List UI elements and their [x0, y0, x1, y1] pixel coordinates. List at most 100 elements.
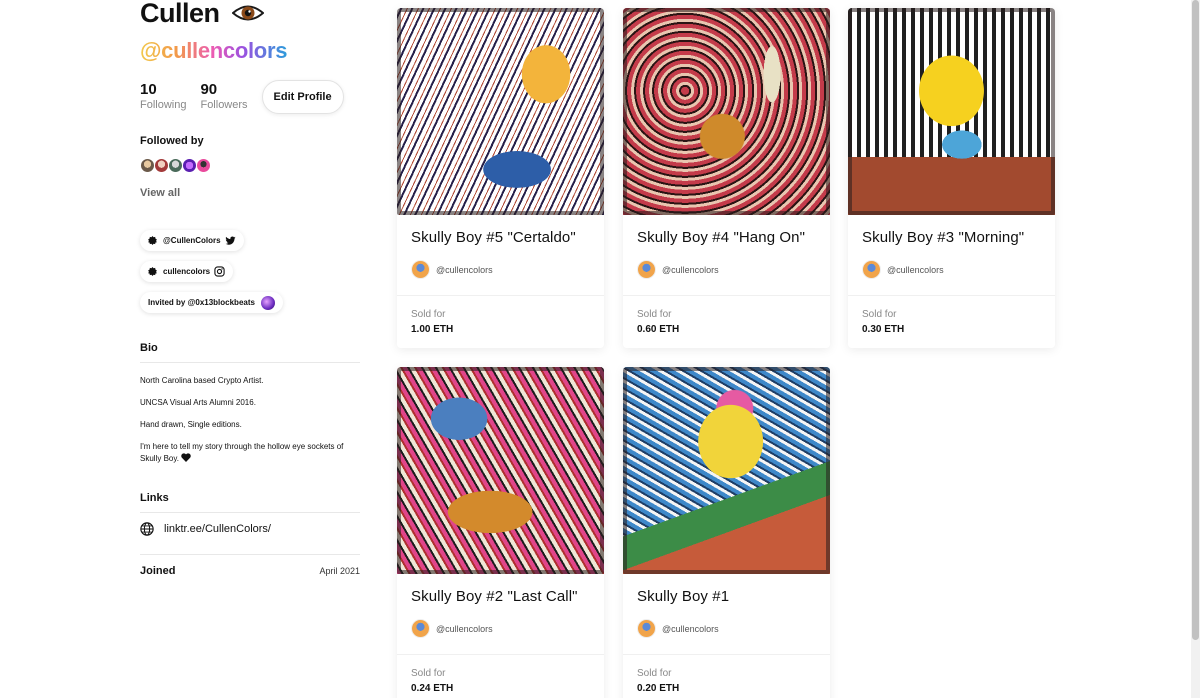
artwork-frame: [397, 8, 604, 215]
website-link[interactable]: linktr.ee/CullenColors/: [140, 522, 360, 536]
joined-label: Joined: [140, 565, 176, 577]
nft-title[interactable]: Skully Boy #2 "Last Call": [411, 588, 578, 605]
nft-title[interactable]: Skully Boy #1: [637, 588, 729, 605]
bio-title: Bio: [140, 342, 158, 354]
followers-label: Followers: [200, 99, 248, 111]
eye-icon: [231, 5, 264, 21]
creator-link[interactable]: @cullencolors: [411, 619, 493, 638]
bio-divider: [140, 362, 360, 363]
nft-card[interactable]: Skully Boy #3 "Morning" @cullencolors So…: [848, 8, 1055, 348]
creator-avatar: [637, 619, 656, 638]
sale-info: Sold for 0.60 ETH: [623, 295, 830, 348]
bio-line: Hand drawn, Single editions.: [140, 420, 242, 429]
twitter-icon: [225, 236, 236, 245]
artwork-frame: [623, 8, 830, 215]
nft-title[interactable]: Skully Boy #5 "Certaldo": [411, 229, 576, 246]
creator-avatar: [637, 260, 656, 279]
profile-sidebar: Cullen @cullencolors 10 Following 90 Fol…: [140, 0, 360, 577]
creator-avatar: [862, 260, 881, 279]
creator-handle: @cullencolors: [662, 264, 719, 275]
edit-profile-button[interactable]: Edit Profile: [261, 80, 344, 114]
website-url[interactable]: linktr.ee/CullenColors/: [164, 523, 271, 535]
nft-artwork-image[interactable]: [397, 367, 604, 574]
follower-avatar[interactable]: [182, 158, 197, 173]
sale-info: Sold for 1.00 ETH: [397, 295, 604, 348]
creator-avatar: [411, 260, 430, 279]
follower-avatar[interactable]: [196, 158, 211, 173]
stats-row: 10 Following 90 Followers Edit Profile: [140, 80, 360, 114]
bio-line-text: I'm here to tell my story through the ho…: [140, 442, 344, 463]
verified-badge-icon: [148, 267, 157, 276]
sale-info: Sold for 0.30 ETH: [848, 295, 1055, 348]
follower-avatar[interactable]: [154, 158, 169, 173]
verified-badge-icon: [148, 236, 157, 245]
followed-by-title: Followed by: [140, 135, 204, 147]
artwork-frame: [848, 8, 1055, 215]
nft-artwork-image[interactable]: [848, 8, 1055, 215]
following-count: 10: [140, 81, 157, 98]
globe-icon: [140, 522, 154, 536]
follower-avatar[interactable]: [140, 158, 155, 173]
nft-artwork-image[interactable]: [623, 8, 830, 215]
sold-price: 0.20 ETH: [637, 683, 680, 694]
links-divider: [140, 512, 360, 513]
joined-date: April 2021: [319, 566, 360, 576]
sold-for-label: Sold for: [862, 309, 897, 320]
sold-price: 1.00 ETH: [411, 324, 454, 335]
sale-info: Sold for 0.24 ETH: [397, 654, 604, 698]
creator-handle: @cullencolors: [436, 264, 493, 275]
creator-handle: @cullencolors: [887, 264, 944, 275]
twitter-handle: @CullenColors: [163, 236, 221, 245]
sold-price: 0.60 ETH: [637, 324, 680, 335]
profile-page: Cullen @cullencolors 10 Following 90 Fol…: [0, 0, 1200, 698]
instagram-icon: [214, 266, 225, 277]
instagram-link[interactable]: cullencolors: [140, 261, 234, 282]
creator-link[interactable]: @cullencolors: [637, 619, 719, 638]
profile-name: Cullen: [140, 0, 220, 28]
followers-stat[interactable]: 90 Followers: [200, 82, 247, 112]
nft-card[interactable]: Skully Boy #2 "Last Call" @cullencolors …: [397, 367, 604, 698]
creator-handle: @cullencolors: [662, 623, 719, 634]
following-stat[interactable]: 10 Following: [140, 82, 186, 112]
twitter-link[interactable]: @CullenColors: [140, 230, 244, 251]
instagram-handle: cullencolors: [163, 267, 211, 276]
invited-by-text: Invited by @0x13blockbeats: [148, 298, 255, 307]
joined-row: Joined April 2021: [140, 554, 360, 577]
nft-artwork-image[interactable]: [397, 8, 604, 215]
bio-line: North Carolina based Crypto Artist.: [140, 376, 264, 385]
follower-avatar[interactable]: [168, 158, 183, 173]
nft-card[interactable]: Skully Boy #1 @cullencolors Sold for 0.2…: [623, 367, 830, 698]
creator-link[interactable]: @cullencolors: [637, 260, 719, 279]
scrollbar-thumb[interactable]: [1192, 0, 1199, 640]
followed-by-avatars[interactable]: [140, 158, 360, 173]
creator-avatar: [411, 619, 430, 638]
name-row: Cullen: [140, 0, 360, 28]
sold-for-label: Sold for: [411, 668, 446, 679]
sold-for-label: Sold for: [637, 668, 672, 679]
sold-price: 0.30 ETH: [862, 324, 905, 335]
sold-for-label: Sold for: [637, 309, 672, 320]
nft-card[interactable]: Skully Boy #4 "Hang On" @cullencolors So…: [623, 8, 830, 348]
artwork-frame: [623, 367, 830, 574]
bio-text: North Carolina based Crypto Artist. UNCS…: [140, 375, 360, 465]
nft-artwork-image[interactable]: [623, 367, 830, 574]
view-all-link[interactable]: View all: [140, 187, 360, 199]
bio-line: I'm here to tell my story through the ho…: [140, 441, 360, 465]
sold-price: 0.24 ETH: [411, 683, 454, 694]
sold-for-label: Sold for: [411, 309, 446, 320]
following-label: Following: [140, 99, 187, 111]
inviter-avatar: [260, 295, 275, 310]
page-scrollbar[interactable]: [1191, 0, 1200, 698]
creator-link[interactable]: @cullencolors: [862, 260, 944, 279]
nft-title[interactable]: Skully Boy #4 "Hang On": [637, 229, 805, 246]
links-title: Links: [140, 492, 169, 504]
creator-link[interactable]: @cullencolors: [411, 260, 493, 279]
nft-title[interactable]: Skully Boy #3 "Morning": [862, 229, 1024, 246]
sale-info: Sold for 0.20 ETH: [623, 654, 830, 698]
profile-handle[interactable]: @cullencolors: [140, 38, 287, 64]
invited-by-link[interactable]: Invited by @0x13blockbeats: [140, 292, 283, 313]
nft-card[interactable]: Skully Boy #5 "Certaldo" @cullencolors S…: [397, 8, 604, 348]
black-heart-icon: [181, 453, 191, 462]
artwork-frame: [397, 367, 604, 574]
creator-handle: @cullencolors: [436, 623, 493, 634]
